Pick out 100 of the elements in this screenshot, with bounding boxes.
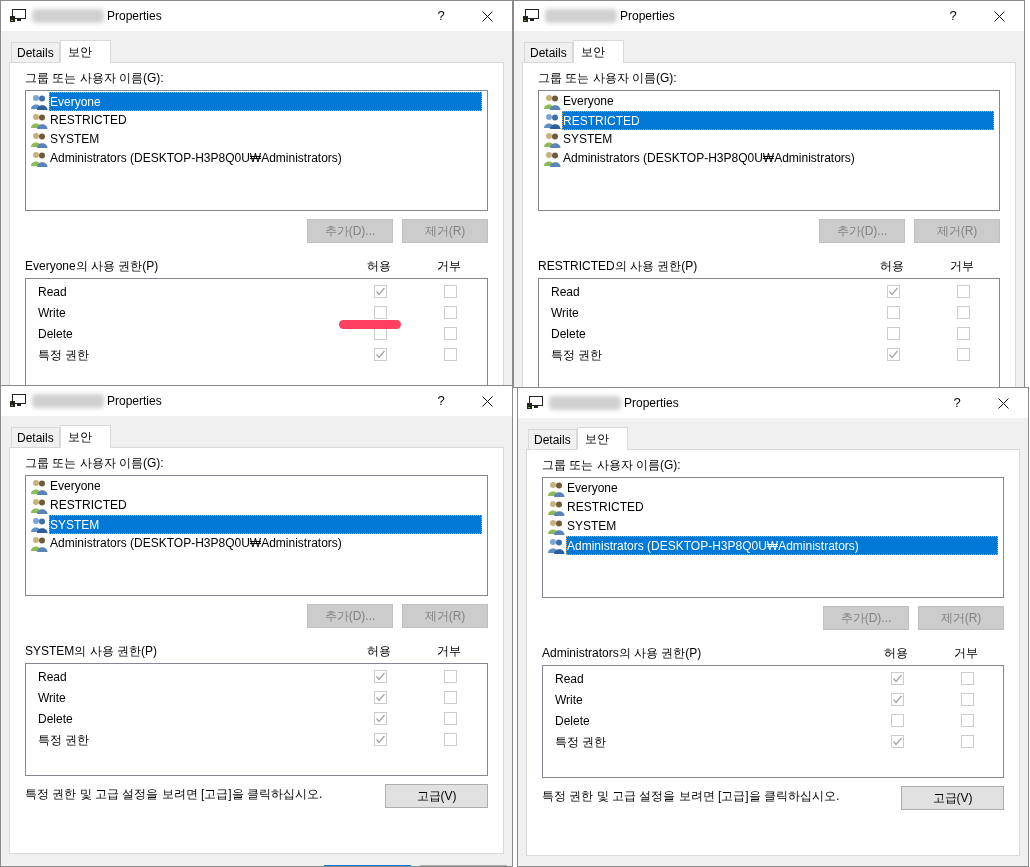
checkbox[interactable] bbox=[373, 691, 387, 704]
users-icon bbox=[544, 93, 561, 110]
users-icon bbox=[31, 478, 48, 495]
checkbox[interactable] bbox=[956, 306, 970, 319]
groups-label: 그룹 또는 사용자 이름(G): bbox=[25, 455, 165, 471]
checkbox[interactable] bbox=[960, 714, 974, 727]
checkbox[interactable] bbox=[890, 693, 904, 706]
permission-name: Read bbox=[37, 668, 68, 686]
computer-icon bbox=[10, 394, 26, 408]
users-icon bbox=[31, 497, 48, 514]
column-header: 허용 bbox=[367, 643, 391, 659]
tab[interactable]: Details bbox=[11, 42, 60, 62]
checkbox[interactable] bbox=[373, 670, 387, 683]
checkbox[interactable] bbox=[443, 348, 457, 361]
group-row[interactable]: Administrators (DESKTOP-H3P8Q0U₩Administrators) bbox=[31, 534, 482, 553]
permission-name: 특정 권한 bbox=[37, 731, 91, 749]
checkbox[interactable] bbox=[886, 327, 900, 340]
permission-name: Delete bbox=[37, 710, 74, 728]
help-button[interactable]: ? bbox=[418, 386, 464, 416]
users-icon bbox=[31, 131, 48, 148]
window-title: Properties bbox=[107, 8, 162, 25]
column-header: 거부 bbox=[950, 258, 974, 274]
checkbox[interactable] bbox=[443, 285, 457, 298]
checkbox[interactable] bbox=[890, 735, 904, 748]
advanced-button[interactable]: 고급(V) bbox=[901, 786, 1004, 810]
tab[interactable]: 보안 bbox=[59, 40, 111, 63]
checkbox[interactable] bbox=[956, 327, 970, 340]
permission-name: Read bbox=[37, 283, 68, 301]
close-icon bbox=[481, 395, 493, 407]
checkbox[interactable] bbox=[890, 672, 904, 685]
checkbox[interactable] bbox=[443, 327, 457, 340]
checkbox[interactable] bbox=[886, 306, 900, 319]
hint-text: 특정 권한 및 고급 설정을 보려면 [고급]을 클릭하십시오. bbox=[542, 788, 840, 805]
tab[interactable]: Details bbox=[528, 429, 577, 449]
permission-name: Read bbox=[554, 670, 585, 688]
computer-icon bbox=[10, 9, 26, 23]
group-row[interactable]: Administrators (DESKTOP-H3P8Q0U₩Administrators) bbox=[31, 149, 482, 168]
groups-label: 그룹 또는 사용자 이름(G): bbox=[538, 70, 678, 86]
group-row[interactable]: Administrators (DESKTOP-H3P8Q0U₩Administrators) bbox=[544, 149, 994, 168]
checkbox[interactable] bbox=[960, 672, 974, 685]
permission-name: Write bbox=[37, 304, 67, 322]
checkbox[interactable] bbox=[373, 306, 387, 319]
permission-name: Delete bbox=[554, 712, 591, 730]
permission-name: 특정 권한 bbox=[550, 346, 604, 364]
checkbox[interactable] bbox=[960, 693, 974, 706]
users-icon bbox=[31, 516, 48, 533]
users-icon bbox=[544, 150, 561, 167]
column-header: 허용 bbox=[367, 258, 391, 274]
computer-icon bbox=[527, 396, 543, 410]
checkbox[interactable] bbox=[443, 733, 457, 746]
group-row[interactable]: Everyone bbox=[548, 479, 998, 498]
checkbox[interactable] bbox=[443, 691, 457, 704]
group-row[interactable]: SYSTEM bbox=[31, 130, 482, 149]
checkbox[interactable] bbox=[373, 285, 387, 298]
groups-label: 그룹 또는 사용자 이름(G): bbox=[542, 457, 682, 473]
help-button[interactable]: ? bbox=[418, 1, 464, 31]
tab[interactable]: 보안 bbox=[572, 40, 624, 63]
group-row[interactable]: Everyone bbox=[31, 477, 482, 496]
checkbox[interactable] bbox=[373, 348, 387, 361]
window-title: Properties bbox=[624, 395, 679, 412]
users-icon bbox=[31, 535, 48, 552]
checkbox[interactable] bbox=[443, 306, 457, 319]
group-row[interactable]: SYSTEM bbox=[544, 130, 994, 149]
group-row[interactable]: RESTRICTED bbox=[31, 496, 482, 515]
users-icon bbox=[548, 537, 565, 554]
checkbox[interactable] bbox=[890, 714, 904, 727]
checkbox[interactable] bbox=[886, 285, 900, 298]
close-icon bbox=[993, 10, 1005, 22]
group-row[interactable]: RESTRICTED bbox=[31, 111, 482, 130]
tab[interactable]: 보안 bbox=[576, 427, 628, 450]
permission-name: Write bbox=[550, 304, 580, 322]
group-row[interactable]: Everyone bbox=[544, 92, 994, 111]
group-row[interactable]: SYSTEM bbox=[548, 517, 998, 536]
permission-name: Delete bbox=[37, 325, 74, 343]
window-title: Properties bbox=[107, 393, 162, 410]
column-header: 거부 bbox=[437, 643, 461, 659]
help-button[interactable]: ? bbox=[930, 1, 976, 31]
checkbox[interactable] bbox=[960, 735, 974, 748]
tab[interactable]: Details bbox=[11, 427, 60, 447]
group-row[interactable]: RESTRICTED bbox=[548, 498, 998, 517]
column-header: 거부 bbox=[954, 645, 978, 661]
users-icon bbox=[544, 131, 561, 148]
permissions-label: Administrators의 사용 권한(P) bbox=[542, 645, 703, 661]
column-header: 허용 bbox=[884, 645, 908, 661]
advanced-button[interactable]: 고급(V) bbox=[385, 784, 488, 808]
tab[interactable]: 보안 bbox=[59, 425, 111, 448]
checkbox[interactable] bbox=[886, 348, 900, 361]
tab[interactable]: Details bbox=[524, 42, 573, 62]
checkbox[interactable] bbox=[373, 733, 387, 746]
checkbox[interactable] bbox=[956, 285, 970, 298]
checkbox[interactable] bbox=[443, 670, 457, 683]
hint-text: 특정 권한 및 고급 설정을 보려면 [고급]을 클릭하십시오. bbox=[25, 786, 323, 803]
users-icon bbox=[31, 150, 48, 167]
groups-label: 그룹 또는 사용자 이름(G): bbox=[25, 70, 165, 86]
users-icon bbox=[31, 112, 48, 129]
help-button[interactable]: ? bbox=[934, 388, 980, 418]
users-icon bbox=[548, 518, 565, 535]
checkbox[interactable] bbox=[443, 712, 457, 725]
checkbox[interactable] bbox=[956, 348, 970, 361]
checkbox[interactable] bbox=[373, 712, 387, 725]
